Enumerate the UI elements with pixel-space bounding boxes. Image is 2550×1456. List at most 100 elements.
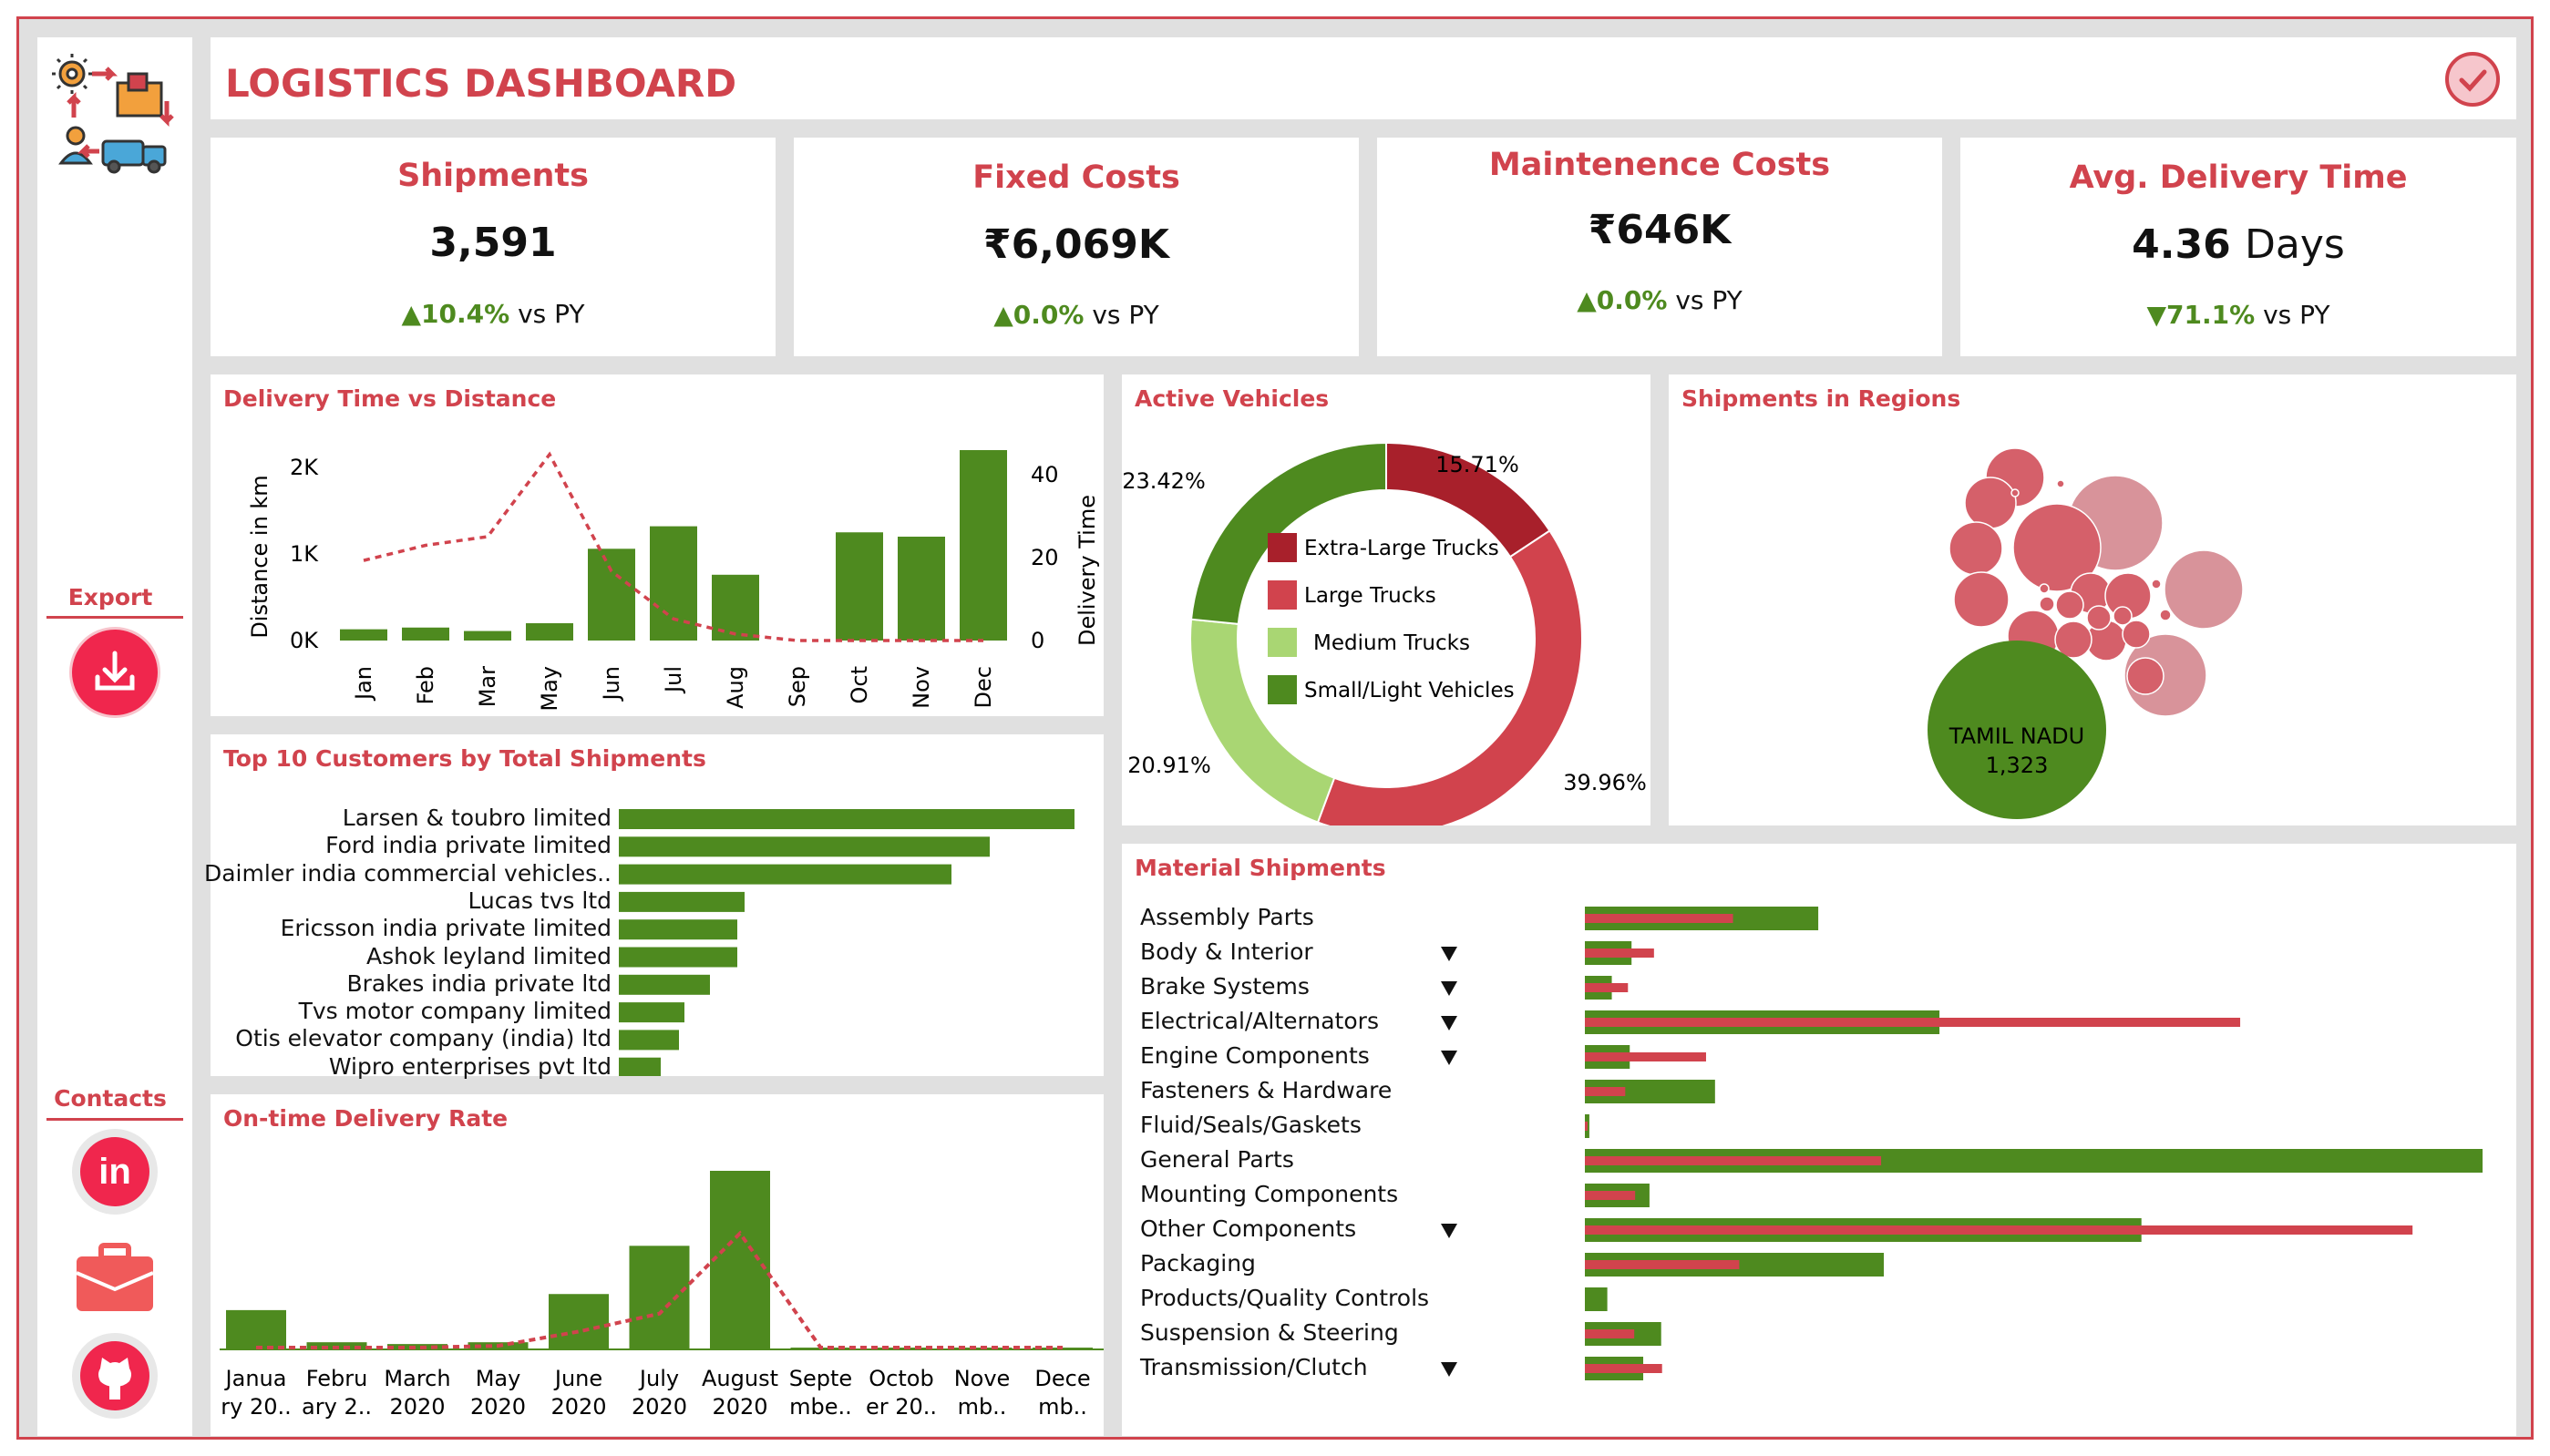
kpi-delta: ▲0.0% vs PY	[794, 300, 1359, 330]
kpi-suffix: vs PY	[1092, 300, 1159, 330]
region-bubble	[2164, 549, 2244, 630]
check-circle-icon[interactable]	[2445, 52, 2500, 107]
region-bubble	[2113, 606, 2133, 626]
ontime-delivery-panel: On-time Delivery Rate Janua ry 20.. Febru a…	[211, 1094, 1104, 1436]
y2-tick-label: 0	[1031, 628, 1044, 653]
ontime-bar	[710, 1171, 770, 1349]
regions-bubble-chart: TAMIL NADU 1,323	[1928, 447, 2244, 819]
material-bar-previous	[1585, 914, 1733, 923]
distance-bar	[464, 631, 511, 641]
customer-bar	[619, 1057, 661, 1076]
distance-bar	[898, 537, 945, 641]
kpi-title: Maintenence Costs	[1488, 147, 1831, 183]
contacts-divider	[46, 1118, 183, 1121]
x-tick-label: Aug	[723, 666, 748, 709]
x-tick-label: Dec	[971, 666, 996, 708]
distance-bar	[340, 629, 387, 641]
kpi-title: Shipments	[397, 158, 589, 194]
github-icon[interactable]	[72, 1333, 158, 1419]
x-tick-label: Oct	[847, 666, 872, 704]
material-shipments-chart	[1441, 907, 2483, 1380]
down-marker-icon	[1441, 947, 1457, 961]
material-bar-previous	[1585, 948, 1654, 958]
down-marker-icon	[1441, 1051, 1457, 1065]
down-marker-icon	[1441, 1224, 1457, 1238]
x-tick-label: Jun	[599, 666, 624, 702]
y-tick-label: 0K	[290, 628, 319, 653]
material-bar-previous	[1585, 1156, 1882, 1165]
legend-swatch	[1268, 675, 1297, 704]
header: LOGISTICS DASHBOARD	[211, 37, 2516, 119]
material-bar-previous	[1585, 1364, 1662, 1373]
x-tick-label: 2020	[712, 1394, 767, 1420]
x-tick-label: Octob	[869, 1366, 933, 1391]
x-tick-label: June	[553, 1366, 602, 1391]
y2-tick-label: 40	[1031, 462, 1059, 487]
material-bar-previous	[1585, 1260, 1740, 1269]
x-tick-label: Mar	[475, 666, 500, 707]
region-label: TAMIL NADU	[1948, 723, 2084, 749]
kpi-change: ▲10.4%	[401, 299, 510, 329]
active-vehicles-panel: Active Vehicles 15.71% 39.96% 20.91% 23.42%…	[1122, 374, 1650, 825]
x-tick-label: 2020	[470, 1394, 526, 1420]
region-bubble	[2055, 590, 2084, 620]
legend-swatch	[1268, 533, 1297, 562]
material-bar-current	[1585, 1287, 1608, 1311]
x-tick-label: Jul	[661, 666, 686, 694]
linkedin-inner: in	[80, 1137, 149, 1206]
slice-value-label: 15.71%	[1435, 452, 1519, 477]
github-inner	[80, 1341, 149, 1410]
region-value: 1,323	[1986, 753, 2049, 778]
download-icon[interactable]	[72, 630, 158, 715]
linkedin-icon[interactable]: in	[72, 1129, 158, 1215]
region-bubble	[1964, 477, 2017, 529]
y-tick-label: 1K	[290, 541, 319, 567]
down-marker-icon	[1441, 1362, 1457, 1377]
distance-bar	[836, 532, 883, 641]
kpi-suffix: vs PY	[518, 299, 585, 329]
x-tick-label: Jan	[351, 666, 376, 702]
y2-tick-label: 20	[1031, 545, 1059, 570]
slice-value-label: 39.96%	[1563, 770, 1647, 795]
export-divider	[46, 616, 183, 619]
x-tick-label: mbe..	[789, 1394, 852, 1420]
kpi-change: ▲0.0%	[993, 300, 1085, 330]
briefcase-icon[interactable]	[74, 1240, 156, 1317]
sidebar: Export Contacts in	[37, 37, 192, 1436]
distance-bar	[960, 450, 1007, 641]
kpi-suffix: vs PY	[2263, 300, 2330, 330]
kpi-number: 4.36	[2132, 221, 2231, 268]
legend-label: Medium Trucks	[1313, 631, 1470, 655]
export-label: Export	[67, 584, 153, 610]
slice-value-label: 20.91%	[1127, 753, 1211, 778]
x-tick-label: May	[476, 1366, 521, 1391]
ontime-bar	[549, 1294, 609, 1349]
kpi-delta: ▼71.1% vs PY	[1960, 300, 2516, 330]
kpi-delta: ▲0.0% vs PY	[1377, 285, 1942, 315]
x-tick-label: 2020	[550, 1394, 606, 1420]
region-bubble	[2126, 657, 2164, 695]
customer-bar	[619, 974, 710, 995]
material-bar-previous	[1585, 1225, 2413, 1235]
kpi-change: ▲0.0%	[1577, 285, 1668, 315]
y-axis-label: Distance in km	[247, 475, 272, 638]
delivery-vs-distance-panel: Delivery Time vs Distance Distance in km…	[211, 374, 1104, 716]
distance-bar	[650, 526, 697, 641]
legend-label: Small/Light Vehicles	[1304, 679, 1515, 702]
x-tick-label: mb..	[958, 1394, 1007, 1420]
kpi-maintenance-costs: Maintenence Costs ₹646K ▲0.0% vs PY	[1377, 138, 1942, 356]
kpi-title: Avg. Delivery Time	[2069, 159, 2408, 196]
distance-bar	[526, 623, 573, 641]
kpi-value: ₹646K	[1588, 207, 1732, 253]
active-vehicles-chart: 15.71% 39.96% 20.91% 23.42% Extra-Large Truc…	[1122, 441, 1647, 825]
region-bubble	[2039, 596, 2055, 612]
distance-bar	[588, 549, 635, 641]
ontime-bar	[226, 1309, 286, 1349]
material-bar-previous	[1585, 1052, 1706, 1061]
region-bubble	[2056, 479, 2065, 488]
customer-bar	[619, 947, 737, 968]
kpi-change: ▼71.1%	[2146, 300, 2256, 330]
x-tick-label: mb..	[1038, 1394, 1087, 1420]
x-tick-label: Dece	[1034, 1366, 1090, 1391]
customer-bar	[619, 864, 951, 885]
